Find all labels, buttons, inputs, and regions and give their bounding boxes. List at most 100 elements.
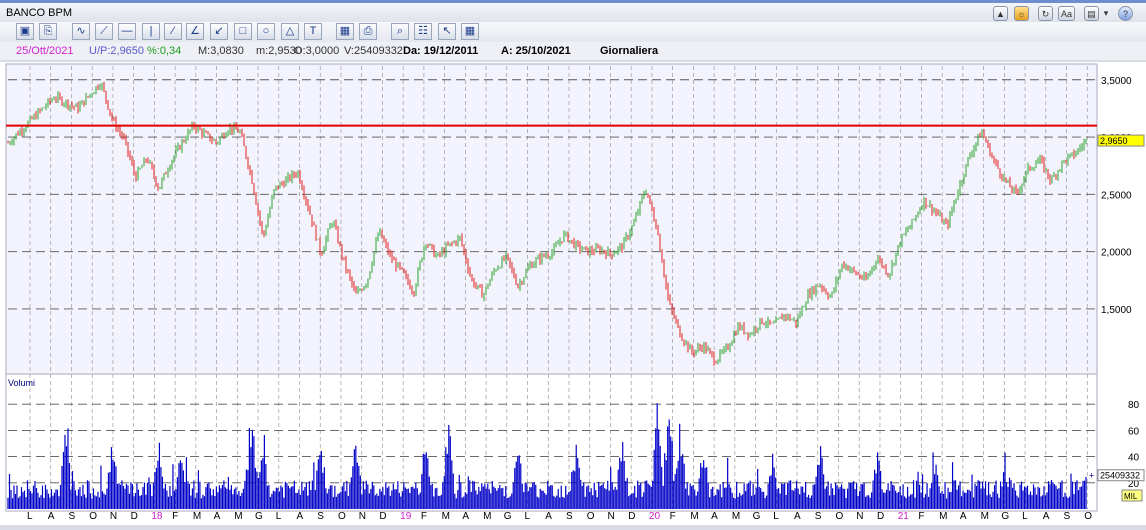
calendar-icon[interactable]: ☷ (414, 23, 432, 40)
month-tick-label: 18 (151, 511, 163, 522)
up-button-icon[interactable]: ▲ (993, 6, 1008, 21)
price-tick-label: 1,5000 (1101, 305, 1132, 316)
volume-tick-label: 40 (1128, 453, 1140, 464)
month-tick-label: A (462, 511, 469, 522)
date-from: Da: 19/12/2011 (403, 45, 479, 57)
sun-icon[interactable]: ☼ (1014, 6, 1029, 21)
date-to: A: 25/10/2021 (501, 45, 571, 57)
month-tick-label: F (172, 511, 178, 522)
price-tick-label: 2,5000 (1101, 190, 1132, 201)
month-tick-label: O (89, 511, 97, 522)
month-tick-label: A (1043, 511, 1050, 522)
open-price: O:3,0000 (294, 45, 340, 57)
month-tick-label: M (193, 511, 201, 522)
period-label: Giornaliera (600, 45, 659, 57)
month-tick-label: G (753, 511, 761, 522)
grid-icon[interactable]: ▦ (461, 23, 479, 40)
month-tick-label: N (359, 511, 366, 522)
menu-arrow-icon[interactable]: ▾ (1101, 6, 1111, 21)
volume-tick-label: 60 (1128, 426, 1140, 437)
text-icon[interactable]: T (304, 23, 322, 40)
month-tick-label: 19 (400, 511, 412, 522)
volume-marker-icon: + (1089, 471, 1094, 481)
rectangle-icon[interactable]: □ (234, 23, 252, 40)
month-tick-label: S (68, 511, 75, 522)
print-preview-icon[interactable]: ⎙ (359, 23, 377, 40)
cursor-icon[interactable]: ↖ (438, 23, 456, 40)
month-tick-label: L (773, 511, 779, 522)
unit-label: MIL (1124, 492, 1138, 501)
horizontal-line-icon[interactable]: — (118, 23, 136, 40)
chart-area[interactable]: 1,50002,00002,50003,00003,5000 20406080 … (0, 62, 1146, 525)
month-tick-label: M (442, 511, 450, 522)
month-tick-label: F (421, 511, 427, 522)
month-tick-label: D (877, 511, 884, 522)
month-tick-label: M (939, 511, 947, 522)
regression-icon[interactable]: ↙ (210, 23, 228, 40)
parallel-lines-icon[interactable]: ⁄ (164, 23, 182, 40)
circle-icon[interactable]: ○ (257, 23, 275, 40)
month-tick-label: S (566, 511, 573, 522)
month-tick-label: G (504, 511, 512, 522)
volume-panel-title: Volumi (8, 378, 35, 388)
month-tick-label: A (545, 511, 552, 522)
month-tick-label: O (587, 511, 595, 522)
month-tick-label: G (1001, 511, 1009, 522)
month-tick-label: A (794, 511, 801, 522)
price-tick-label: 3,5000 (1101, 76, 1132, 87)
picture-icon[interactable]: ▣ (16, 23, 34, 40)
window-title: BANCO BPM (6, 7, 73, 19)
month-tick-label: D (131, 511, 138, 522)
month-tick-label: S (1064, 511, 1071, 522)
month-tick-label: O (1084, 511, 1092, 522)
document-icon[interactable]: ▤ (1084, 6, 1099, 21)
month-tick-label: 20 (649, 511, 661, 522)
month-tick-label: L (1022, 511, 1028, 522)
high-price: M:3,0830 (198, 45, 244, 57)
month-tick-label: N (856, 511, 863, 522)
freehand-line-icon[interactable]: ∿ (72, 23, 90, 40)
save-icon[interactable]: ▦ (336, 23, 354, 40)
month-tick-label: L (276, 511, 282, 522)
month-tick-label: S (815, 511, 822, 522)
refresh-icon[interactable]: ↻ (1038, 6, 1053, 21)
trend-line-icon[interactable]: ⟋ (95, 23, 113, 40)
month-tick-label: M (690, 511, 698, 522)
month-tick-label: O (338, 511, 346, 522)
month-tick-label: F (918, 511, 924, 522)
vertical-line-icon[interactable]: | (142, 23, 160, 40)
print-icon[interactable]: ⎘ (39, 23, 57, 40)
month-tick-label: M (483, 511, 491, 522)
month-tick-label: A (297, 511, 304, 522)
fan-lines-icon[interactable]: ∠ (186, 23, 204, 40)
month-tick-label: O (836, 511, 844, 522)
month-tick-label: N (607, 511, 614, 522)
price-axis: 1,50002,00002,50003,00003,5000 (1101, 76, 1132, 316)
percent-change: %:0,34 (147, 45, 182, 57)
last-price: U/P:2,9650 (89, 45, 145, 57)
font-size-button[interactable]: Aa (1058, 6, 1075, 21)
month-tick-label: G (255, 511, 263, 522)
month-tick-label: M (981, 511, 989, 522)
month-tick-label: A (711, 511, 718, 522)
month-tick-label: D (379, 511, 386, 522)
month-tick-label: F (670, 511, 676, 522)
month-axis: L A S O N D 18 F M A M G L A S O N D 19 F M A M G L A S O N D 20 F M A M G L… (27, 511, 1092, 522)
last-volume-tag-text: 25409332 (1100, 471, 1140, 481)
month-tick-label: D (628, 511, 635, 522)
chart-svg[interactable]: 1,50002,00002,50003,00003,5000 20406080 … (0, 62, 1146, 525)
help-icon[interactable]: ? (1118, 6, 1133, 21)
month-tick-label: M (234, 511, 242, 522)
price-panel (5, 63, 1098, 375)
triangle-icon[interactable]: △ (281, 23, 299, 40)
quote-date: 25/Ott/2021 (16, 45, 74, 57)
last-price-tag-text: 2,9650 (1100, 136, 1128, 146)
month-tick-label: 21 (898, 511, 910, 522)
price-tick-label: 2,0000 (1101, 248, 1132, 259)
volume-tick-label: 80 (1128, 400, 1140, 411)
drawing-toolbar: ▣ ⎘ ∿ ⟋ — | ⁄ ∠ ↙ □ ○ △ T ▦ ⎙ ⌕ ☷ ↖ ▦ (0, 22, 1146, 42)
zoom-icon[interactable]: ⌕ (391, 23, 409, 40)
month-tick-label: L (27, 511, 33, 522)
month-tick-label: S (317, 511, 324, 522)
title-bar: BANCO BPM ▲ ☼ ↻ Aa ▤ ▾ ? (0, 0, 1146, 22)
